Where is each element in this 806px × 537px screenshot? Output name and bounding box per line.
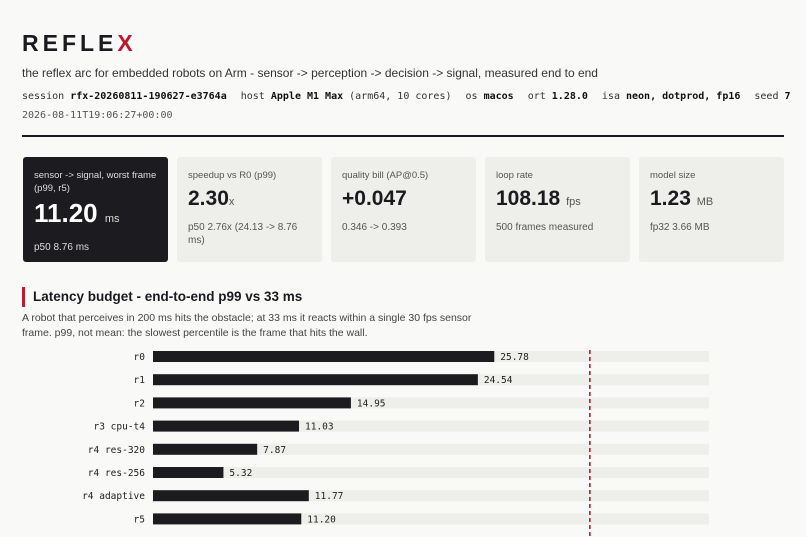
session-meta: session rfx-20260811-190627-e3764a host A…	[22, 91, 791, 102]
card-value: +0.047	[342, 187, 407, 210]
brand-accent: X	[117, 30, 137, 56]
host-extra: (arm64, 10 cores)	[349, 91, 452, 102]
bar-r5	[153, 513, 302, 525]
section-title: Latency budget - end-to-end p99 vs 33 ms	[33, 289, 303, 304]
value-label: 11.77	[315, 491, 344, 502]
isa-value: neon, dotprod, fp16	[626, 91, 741, 102]
card-label: loop rate	[496, 170, 533, 181]
category-label: r4 res-320	[88, 445, 145, 456]
category-label: r5	[134, 514, 145, 525]
os-key: os	[465, 91, 478, 102]
card-value: 11.20	[34, 198, 98, 228]
isa-key: isa	[601, 91, 620, 102]
card-label: model size	[650, 170, 696, 181]
card-label: speedup vs R0 (p99)	[188, 170, 277, 181]
card-value: 1.23	[650, 187, 691, 210]
value-label: 14.95	[357, 398, 386, 409]
card-quality: quality bill (AP@0.5) +0.047 0.346 -> 0.…	[331, 157, 476, 262]
card-unit: fps	[566, 196, 581, 208]
seed-value: 7	[784, 91, 791, 102]
host-key: host	[240, 91, 265, 102]
card-value: 108.18	[496, 187, 561, 210]
ort-key: ort	[527, 91, 546, 102]
card-sub: p50 8.76 ms	[34, 242, 90, 253]
value-label: 5.32	[229, 468, 252, 479]
session-key: session	[22, 91, 65, 102]
card-sub: 0.346 -> 0.393	[342, 222, 407, 233]
bar-r3-cpu-t4	[153, 420, 300, 432]
card-value: 2.30	[188, 187, 229, 210]
value-label: 7.87	[263, 445, 286, 456]
card-label: quality bill (AP@0.5)	[342, 170, 429, 181]
category-label: r3 cpu-t4	[94, 422, 146, 433]
category-label: r4 res-256	[88, 468, 145, 479]
bar-r0	[153, 351, 495, 362]
bar-r4-res-256	[153, 467, 224, 478]
value-label: 11.03	[305, 422, 334, 433]
value-label: 25.78	[500, 352, 529, 363]
bar-r2	[153, 397, 351, 409]
bar-r4-res-320	[153, 443, 258, 455]
value-label: 11.20	[307, 514, 336, 525]
card-model-size: model size 1.23 MB fp32 3.66 MB	[639, 157, 784, 262]
value-label: 24.54	[484, 375, 513, 386]
category-label: r4 adaptive	[82, 491, 145, 502]
seed-key: seed	[754, 91, 779, 102]
category-label: r1	[134, 375, 146, 386]
card-unit: ms	[104, 213, 120, 225]
card-speedup: speedup vs R0 (p99) 2.30x p50 2.76x (24.…	[177, 157, 322, 262]
card-loop-rate: loop rate 108.18 fps 500 frames measured	[485, 157, 630, 262]
bar-r4-adaptive	[153, 490, 309, 502]
section-accent-bar	[22, 287, 25, 307]
os-value: macos	[483, 91, 514, 102]
timestamp: 2026-08-11T19:06:27+00:00	[22, 110, 173, 121]
category-label: r2	[134, 398, 145, 409]
category-label: r0	[134, 352, 146, 363]
card-sub: fp32 3.66 MB	[650, 222, 710, 233]
session-value: rfx-20260811-190627-e3764a	[70, 91, 227, 102]
card-unit: x	[228, 196, 235, 208]
brand-prefix: REFLE	[22, 30, 118, 56]
card-unit: MB	[696, 196, 714, 208]
tagline: the reflex arc for embedded robots on Ar…	[22, 66, 598, 80]
brand-logo: REFLEX	[22, 30, 137, 57]
header-divider	[22, 135, 784, 137]
bar-r1	[153, 374, 478, 386]
host-value: Apple M1 Max	[270, 91, 344, 102]
card-label: sensor -> signal, worst frame (p99, r5)	[34, 170, 157, 194]
latency-bar-chart: r0 25.78 r1 24.54 r2 14.95 r3 cpu-t4 11.03 r4 re…	[82, 350, 709, 537]
card-sub: 500 frames measured	[496, 222, 594, 233]
ort-value: 1.28.0	[551, 91, 588, 102]
section-description: A robot that perceives in 200 ms hits th…	[22, 312, 472, 339]
card-worst-latency: sensor -> signal, worst frame (p99, r5) …	[23, 157, 168, 262]
card-sub: p50 2.76x (24.13 -> 8.76 ms)	[188, 222, 298, 246]
